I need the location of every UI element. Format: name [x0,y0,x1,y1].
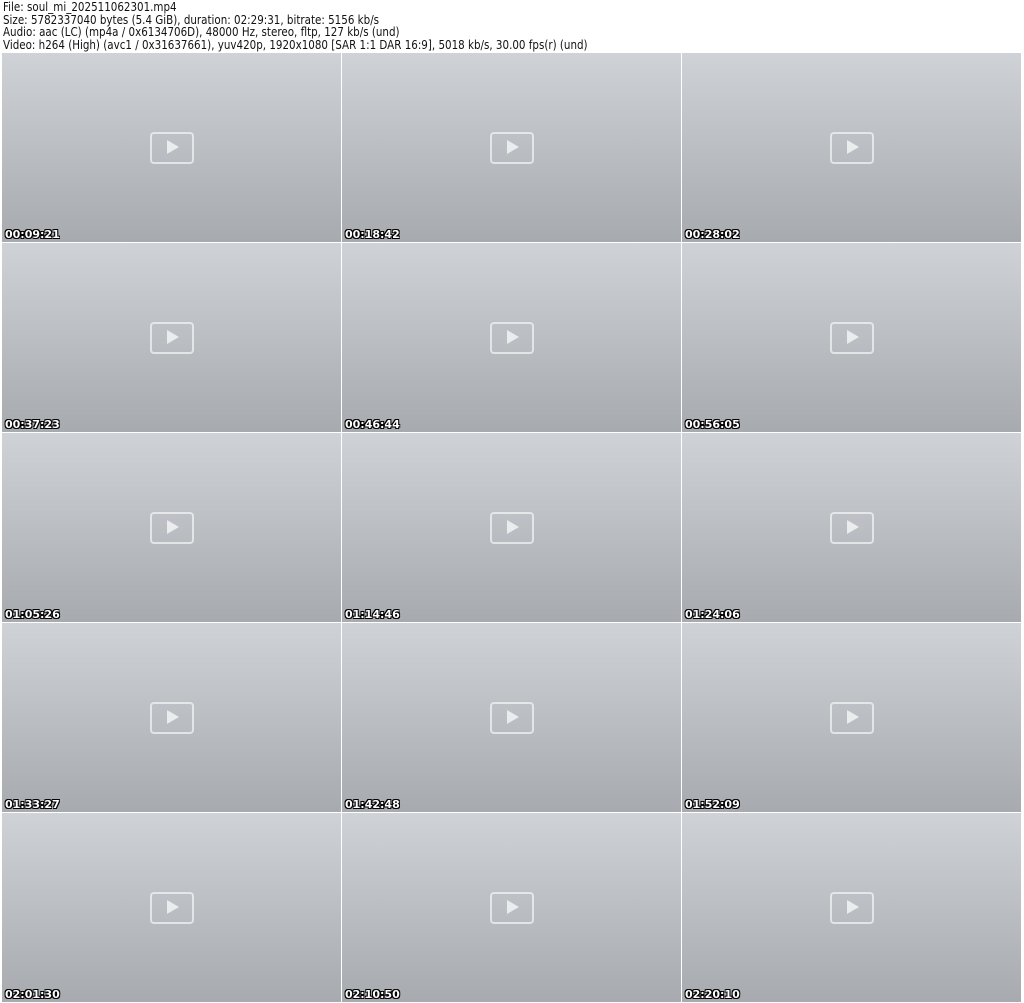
thumbnail-timestamp: 02:01:30 [5,988,60,1001]
thumbnail-timestamp: 01:52:09 [685,798,740,811]
video-info-line: Video: h264 (High) (avc1 / 0x31637661), … [3,37,588,52]
video-thumbnail: 00:09:21 [2,53,341,242]
video-thumbnail: 01:05:26 [2,433,341,622]
file-info-header: File: soul_mi_202511062301.mp4 Size: 578… [3,1,1021,51]
video-thumbnail: 02:10:50 [342,813,681,1002]
video-thumbnail: 01:42:48 [342,623,681,812]
image-placeholder-icon [342,813,681,1002]
thumbnail-grid: 00:09:21 00:18:42 00:28:02 00:37:23 00:46:44… [2,53,1021,1002]
image-placeholder-icon [2,433,341,622]
image-placeholder-icon [2,53,341,242]
image-placeholder-icon [342,623,681,812]
video-thumbnail: 01:33:27 [2,623,341,812]
video-thumbnail: 00:37:23 [2,243,341,432]
thumbnail-timestamp: 00:18:42 [345,228,400,241]
video-thumbnail: 00:28:02 [682,53,1021,242]
image-placeholder-icon [342,53,681,242]
image-placeholder-icon [682,433,1021,622]
image-placeholder-icon [342,243,681,432]
video-thumbnail: 01:52:09 [682,623,1021,812]
thumbnail-timestamp: 02:20:10 [685,988,740,1001]
thumbnail-timestamp: 00:56:05 [685,418,740,431]
video-thumbnail: 01:24:06 [682,433,1021,622]
image-placeholder-icon [2,623,341,812]
image-placeholder-icon [682,623,1021,812]
thumbnail-timestamp: 00:28:02 [685,228,740,241]
image-placeholder-icon [682,243,1021,432]
video-thumbnail: 02:01:30 [2,813,341,1002]
video-thumbnail: 02:20:10 [682,813,1021,1002]
image-placeholder-icon [2,243,341,432]
image-placeholder-icon [342,433,681,622]
image-placeholder-icon [682,813,1021,1002]
thumbnail-timestamp: 02:10:50 [345,988,400,1001]
video-thumbnail: 00:56:05 [682,243,1021,432]
thumbnail-timestamp: 01:42:48 [345,798,400,811]
video-thumbnail: 00:18:42 [342,53,681,242]
image-placeholder-icon [682,53,1021,242]
thumbnail-timestamp: 01:33:27 [5,798,60,811]
thumbnail-timestamp: 00:46:44 [345,418,400,431]
thumbnail-timestamp: 00:37:23 [5,418,60,431]
thumbnail-timestamp: 01:24:06 [685,608,740,621]
image-placeholder-icon [2,813,341,1002]
video-thumbnail: 01:14:46 [342,433,681,622]
thumbnail-timestamp: 01:05:26 [5,608,60,621]
thumbnail-timestamp: 00:09:21 [5,228,60,241]
thumbnail-timestamp: 01:14:46 [345,608,400,621]
video-thumbnail: 00:46:44 [342,243,681,432]
